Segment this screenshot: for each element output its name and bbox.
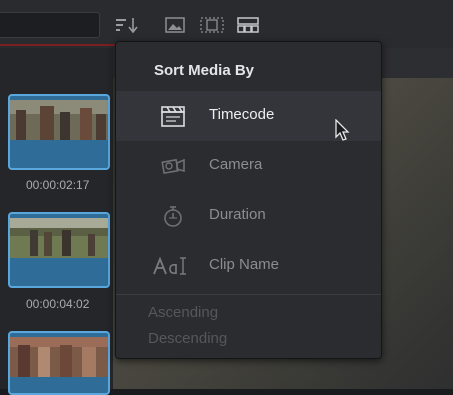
search-input[interactable] <box>0 12 100 38</box>
menu-item-label: Clip Name <box>209 256 280 273</box>
menu-divider <box>116 294 381 295</box>
sort-descending-icon[interactable] <box>113 16 143 34</box>
sort-descending-option[interactable]: Descending <box>148 330 227 347</box>
sort-ascending-option[interactable]: Ascending <box>148 304 218 321</box>
menu-item-label: Timecode <box>209 106 275 123</box>
text-cursor-icon <box>152 254 192 278</box>
clip-thumbnail[interactable] <box>8 94 110 170</box>
clip-timecode: 00:00:04:02 <box>26 297 90 311</box>
stopwatch-icon <box>160 204 186 228</box>
clip-thumbnail[interactable] <box>8 331 110 395</box>
menu-item-duration[interactable]: Duration <box>116 191 381 241</box>
menu-item-label: Duration <box>209 206 266 223</box>
media-pool-window: 00:00:02:17 00:00:04:02 Sort Media By Ti… <box>0 0 453 395</box>
filmstrip-view-icon[interactable] <box>199 16 225 34</box>
clapperboard-icon <box>160 104 186 128</box>
camera-icon <box>160 154 186 178</box>
clip-thumbnail[interactable] <box>8 212 110 288</box>
menu-item-clip-name[interactable]: Clip Name <box>116 241 381 291</box>
sort-media-menu: Sort Media By Timecode Camera Duration C… <box>115 41 382 359</box>
menu-item-label: Camera <box>209 156 263 173</box>
menu-title: Sort Media By <box>154 62 255 79</box>
mouse-pointer-icon <box>335 118 351 143</box>
image-view-icon[interactable] <box>164 16 186 34</box>
menu-item-camera[interactable]: Camera <box>116 141 381 191</box>
thumbnail-grid-icon[interactable] <box>236 16 260 34</box>
clip-timecode: 00:00:02:17 <box>26 178 90 192</box>
